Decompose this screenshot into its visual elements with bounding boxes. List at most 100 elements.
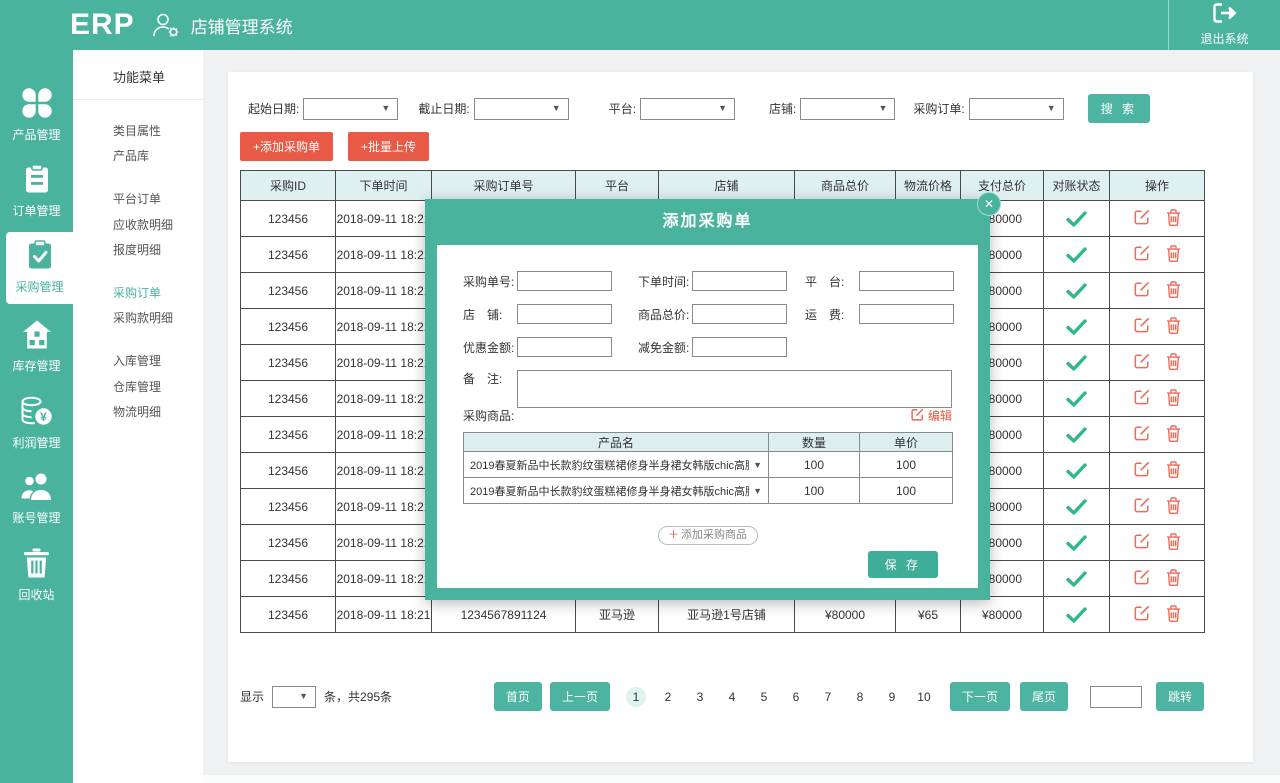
product-name-select[interactable]: 2019春夏新品中长款豹纹蛋糕裙修身半身裙女韩版chic高腰显瘦......▼ (464, 478, 769, 504)
delete-icon[interactable] (1166, 425, 1181, 445)
edit-icon[interactable] (1134, 317, 1150, 336)
purchase-icon (26, 240, 54, 270)
delete-icon[interactable] (1166, 569, 1181, 589)
edit-icon[interactable] (1134, 605, 1150, 624)
edit-icon[interactable] (1134, 209, 1150, 228)
edit-icon[interactable] (1134, 533, 1150, 552)
order-no-input[interactable] (517, 271, 612, 291)
search-button[interactable]: 搜 索 (1088, 94, 1150, 123)
edit-products-link[interactable]: 编辑 (911, 407, 952, 424)
add-product-button[interactable]: ＋添加采购商品 (658, 526, 758, 545)
filter-select[interactable]: ▼ (303, 98, 398, 120)
cell-order-time: 2018-09-11 18:21 (336, 525, 432, 561)
cell-purchase-id: 123456 (241, 525, 336, 561)
column-header: 下单时间 (336, 171, 432, 201)
shop-input[interactable] (517, 304, 612, 324)
sidebar-item-purchase[interactable]: 采购管理 (6, 232, 73, 304)
sidebar-item-recycle[interactable]: 回收站 (0, 546, 73, 608)
edit-icon[interactable] (1134, 389, 1150, 408)
delete-icon[interactable] (1166, 281, 1181, 301)
close-icon[interactable]: ✕ (977, 192, 1001, 216)
last-page-button[interactable]: 尾页 (1020, 682, 1068, 711)
platform-input[interactable] (859, 271, 954, 291)
delete-icon[interactable] (1166, 461, 1181, 481)
menu-item[interactable]: 报度明细 (73, 239, 203, 262)
menu-item[interactable]: 类目属性 (73, 120, 203, 143)
sidebar-item-profit[interactable]: ¥利润管理 (0, 394, 73, 456)
product-name-select[interactable]: 2019春夏新品中长款豹纹蛋糕裙修身半身裙女韩版chic高腰显瘦......▼ (464, 452, 769, 478)
save-button[interactable]: 保 存 (868, 551, 938, 578)
sidebar-item-label: 回收站 (0, 586, 73, 603)
total-price-input[interactable] (692, 304, 787, 324)
logout-button[interactable]: 退出系统 (1168, 0, 1280, 50)
menu-item[interactable]: 仓库管理 (73, 376, 203, 399)
edit-icon[interactable] (1134, 281, 1150, 300)
first-page-button[interactable]: 首页 (494, 682, 542, 711)
page-number[interactable]: 2 (658, 687, 678, 707)
menu-item[interactable]: 平台订单 (73, 188, 203, 211)
page-number[interactable]: 9 (882, 687, 902, 707)
cell-purchase-id: 123456 (241, 417, 336, 453)
delete-icon[interactable] (1166, 353, 1181, 373)
menu-item[interactable]: 采购订单 (73, 282, 203, 305)
cell-shop: 亚马逊1号店铺 (659, 597, 795, 633)
page-number[interactable]: 8 (850, 687, 870, 707)
reduction-input[interactable] (692, 337, 787, 357)
delete-icon[interactable] (1166, 317, 1181, 337)
batch-upload-button[interactable]: +批量上传 (348, 132, 429, 161)
page-size-select[interactable]: ▼ (272, 686, 316, 708)
delete-icon[interactable] (1166, 533, 1181, 553)
menu-item[interactable]: 采购款明细 (73, 307, 203, 330)
discount-input[interactable] (517, 337, 612, 357)
delete-icon[interactable] (1166, 389, 1181, 409)
menu-item[interactable]: 物流明细 (73, 401, 203, 424)
filter-select[interactable]: ▼ (969, 98, 1064, 120)
cell-order-time: 2018-09-11 18:21 (336, 201, 432, 237)
delete-icon[interactable] (1166, 605, 1181, 625)
edit-icon[interactable] (1134, 569, 1150, 588)
sidebar-item-accounts[interactable]: 账号管理 (0, 470, 73, 532)
delete-icon[interactable] (1166, 245, 1181, 265)
page-number[interactable]: 7 (818, 687, 838, 707)
page-number[interactable]: 5 (754, 687, 774, 707)
column-header: 操作 (1110, 171, 1205, 201)
delete-icon[interactable] (1166, 209, 1181, 229)
add-purchase-order-modal: ✕ 添加采购单 采购单号: 下单时间: 平 台: 店 铺: 商品总价: 运 费:… (425, 199, 990, 600)
cell-operations (1110, 237, 1205, 273)
menu-item[interactable]: 入库管理 (73, 350, 203, 373)
next-page-button[interactable]: 下一页 (950, 682, 1010, 711)
edit-icon[interactable] (1134, 245, 1150, 264)
cell-operations (1110, 201, 1205, 237)
filter-select[interactable]: ▼ (800, 98, 895, 120)
edit-icon[interactable] (1134, 353, 1150, 372)
sidebar-item-inventory[interactable]: 库存管理 (0, 318, 73, 380)
filter-select[interactable]: ▼ (640, 98, 735, 120)
column-header: 店铺 (659, 171, 795, 201)
page-number[interactable]: 4 (722, 687, 742, 707)
remark-textarea[interactable] (517, 370, 952, 408)
page-number[interactable]: 10 (914, 687, 934, 707)
filter-select[interactable]: ▼ (474, 98, 569, 120)
page-number[interactable]: 6 (786, 687, 806, 707)
page-number[interactable]: 3 (690, 687, 710, 707)
chevron-down-icon: ▼ (878, 103, 887, 113)
cell-purchase-id: 123456 (241, 309, 336, 345)
product-price: 100 (860, 478, 953, 504)
menu-item[interactable]: 应收款明细 (73, 214, 203, 237)
sidebar-item-products[interactable]: 产品管理 (0, 86, 73, 148)
page-number[interactable]: 1 (626, 687, 646, 707)
edit-icon[interactable] (1134, 461, 1150, 480)
cell-order-time: 2018-09-11 18:21 (336, 597, 432, 633)
menu-item[interactable]: 产品库 (73, 145, 203, 168)
edit-icon[interactable] (1134, 425, 1150, 444)
jump-button[interactable]: 跳转 (1156, 682, 1204, 711)
delete-icon[interactable] (1166, 497, 1181, 517)
add-purchase-order-button[interactable]: +添加采购单 (240, 132, 333, 161)
order-time-input[interactable] (692, 271, 787, 291)
freight-input[interactable] (859, 304, 954, 324)
sidebar-item-orders[interactable]: 订单管理 (0, 162, 73, 224)
edit-icon[interactable] (1134, 497, 1150, 516)
prev-page-button[interactable]: 上一页 (550, 682, 610, 711)
recycle-icon (23, 548, 50, 578)
jump-page-input[interactable] (1090, 686, 1142, 708)
